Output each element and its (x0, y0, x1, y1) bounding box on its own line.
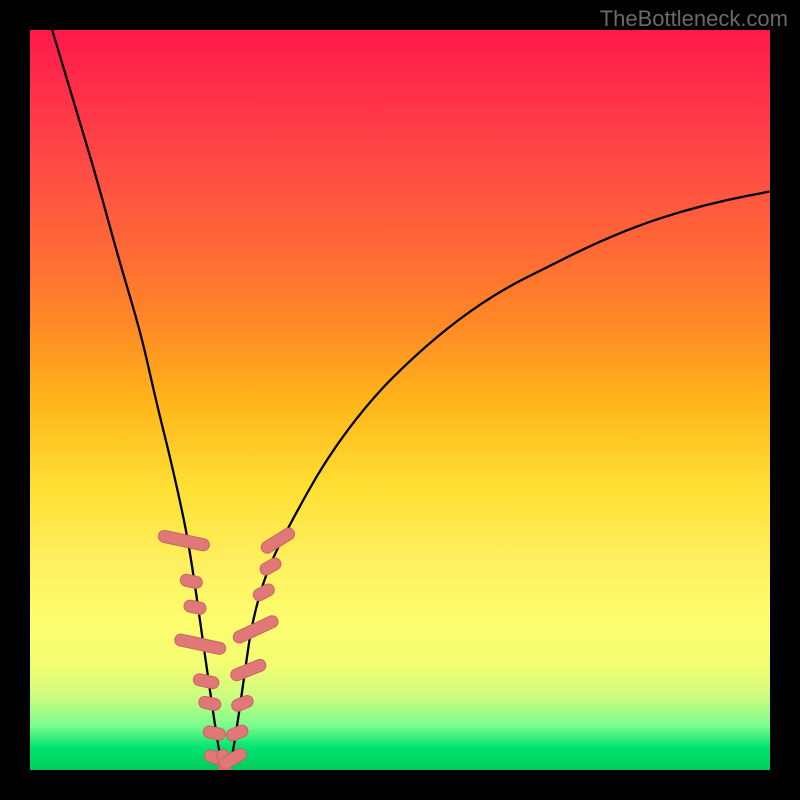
plot-svg (30, 30, 770, 770)
attribution-label: TheBottleneck.com (600, 6, 788, 32)
marker-pill (258, 556, 283, 577)
marker-pill (198, 695, 222, 711)
bottleneck-curve (52, 30, 770, 770)
curve-markers (157, 526, 296, 770)
plot-area (30, 30, 770, 770)
marker-pill (179, 573, 203, 589)
marker-pill (183, 599, 207, 615)
marker-pill (157, 529, 210, 552)
marker-pill (202, 725, 226, 741)
marker-pill (229, 658, 268, 683)
marker-pill (225, 723, 250, 742)
marker-pill (259, 526, 297, 556)
marker-pill (192, 673, 220, 690)
marker-pill (251, 582, 276, 603)
chart-frame: TheBottleneck.com (0, 0, 800, 800)
marker-pill (174, 633, 227, 656)
marker-pill (231, 614, 280, 645)
marker-pill (230, 694, 255, 713)
